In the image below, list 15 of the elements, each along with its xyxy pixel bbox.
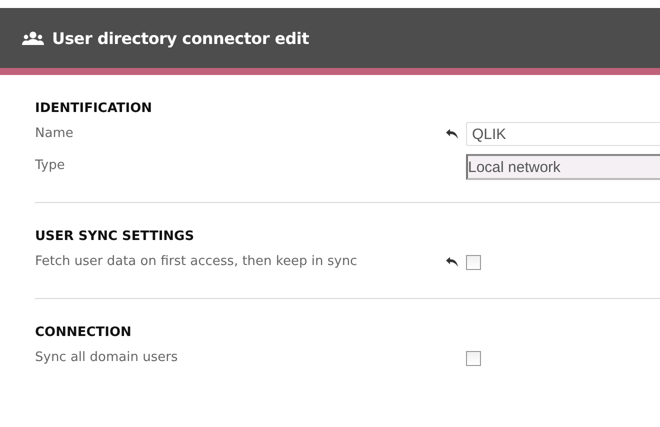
type-field[interactable]: Local network xyxy=(466,154,660,180)
section-heading: CONNECTION xyxy=(35,325,132,340)
field-label: Sync all domain users xyxy=(35,349,179,367)
undo-icon[interactable] xyxy=(446,129,458,139)
undo-icon[interactable] xyxy=(446,257,458,267)
field-label: Name xyxy=(35,125,74,143)
checkbox[interactable] xyxy=(466,255,481,270)
section-heading: USER SYNC SETTINGS xyxy=(35,229,196,244)
window-title: User directory connector edit xyxy=(52,28,309,48)
section-heading: IDENTIFICATION xyxy=(35,101,154,116)
users-icon xyxy=(22,31,44,45)
checkbox[interactable] xyxy=(466,351,481,366)
field-label: Fetch user data on first access, then keep in sync xyxy=(35,253,358,271)
name-field[interactable]: QLIK xyxy=(466,122,660,146)
field-label: Type xyxy=(35,157,66,175)
